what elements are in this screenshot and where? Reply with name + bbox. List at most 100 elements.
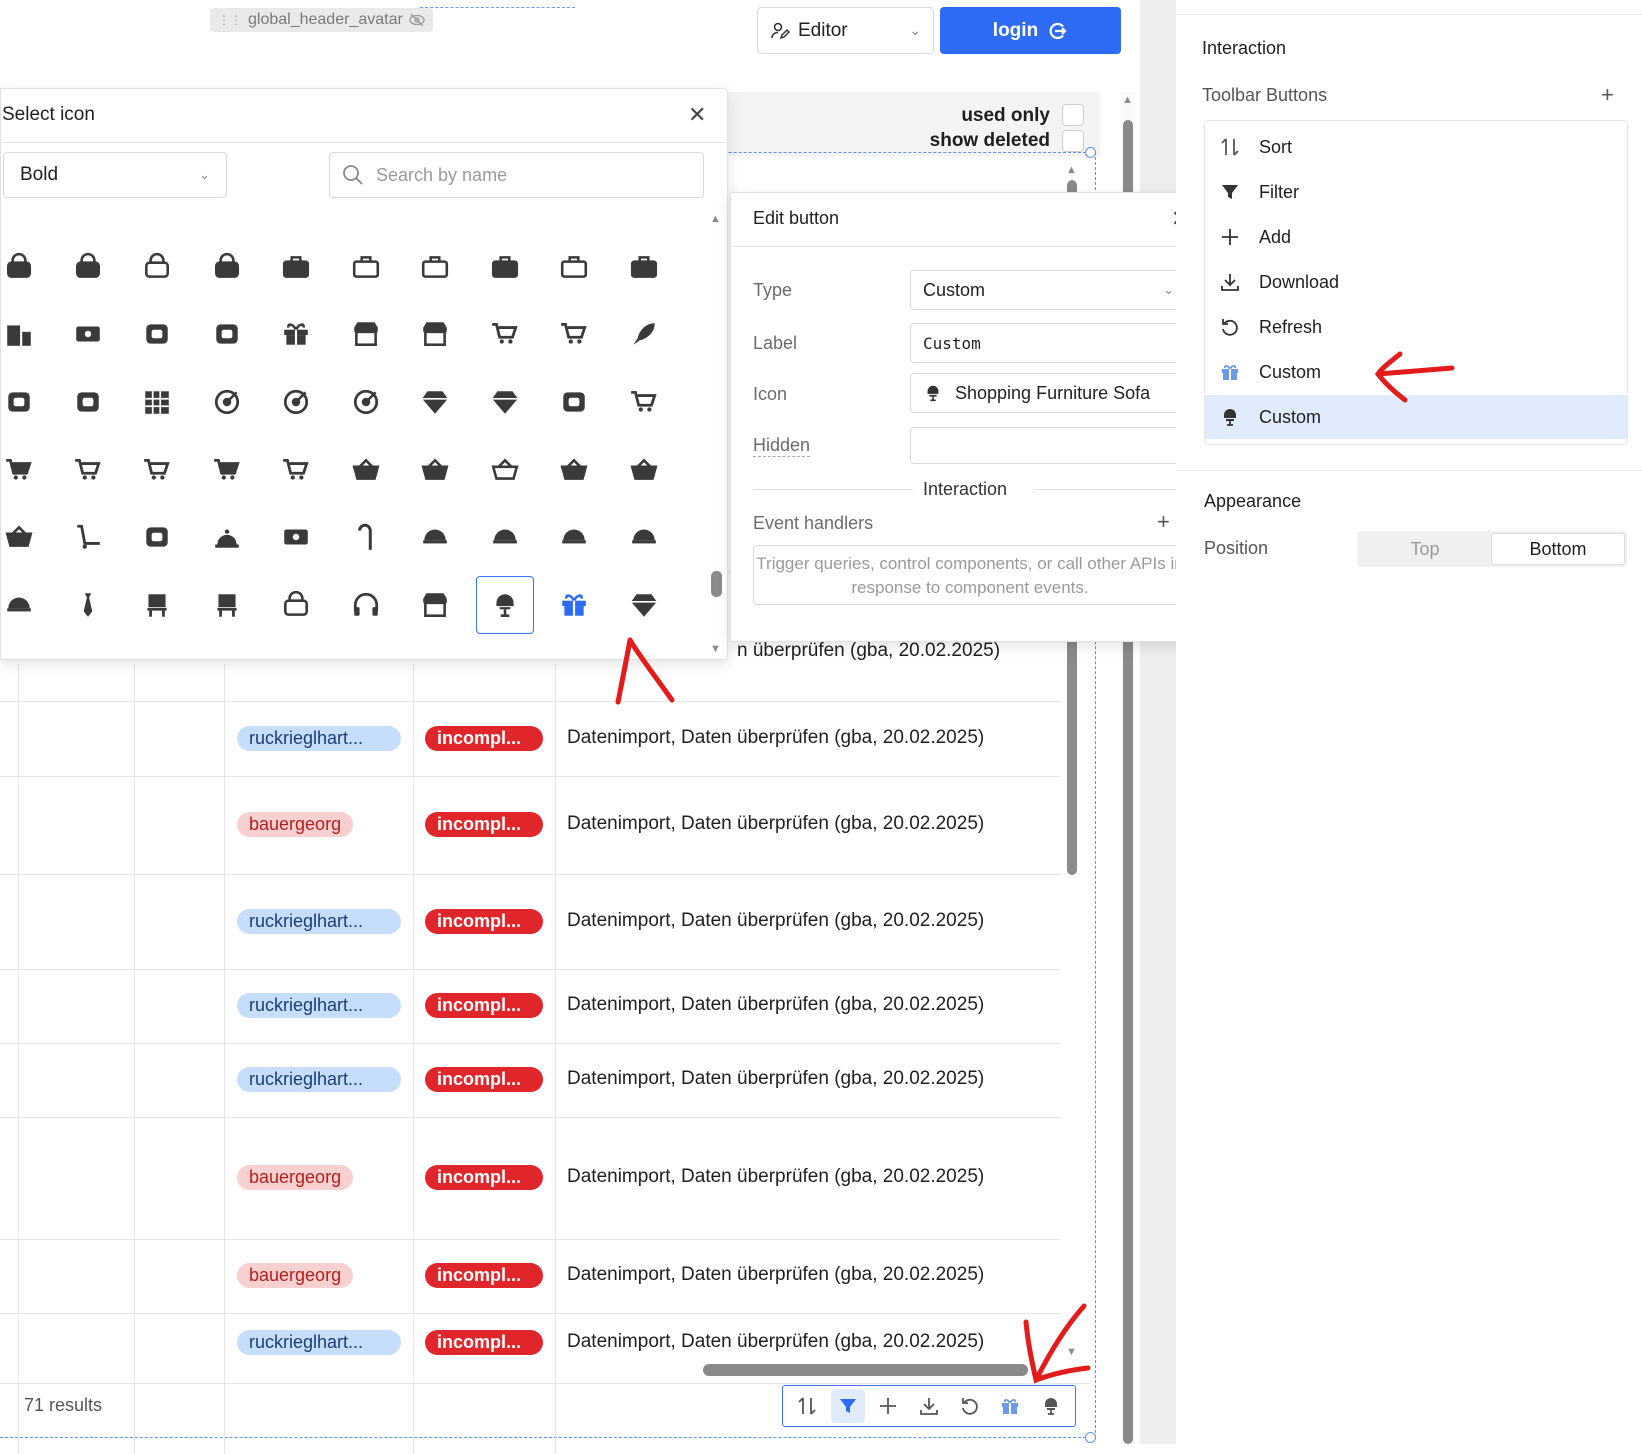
cart-empty-icon[interactable] bbox=[128, 441, 186, 499]
sofa-icon[interactable] bbox=[476, 576, 534, 634]
cart-items-icon[interactable] bbox=[198, 441, 256, 499]
shopping-cart-icon[interactable] bbox=[615, 373, 673, 431]
id-card-icon[interactable] bbox=[59, 305, 117, 363]
store-filled-icon[interactable] bbox=[406, 305, 464, 363]
grid-partial-icon[interactable] bbox=[59, 207, 117, 227]
plant-heart-icon[interactable] bbox=[198, 305, 256, 363]
grid-partial-icon[interactable] bbox=[267, 207, 325, 227]
target-x-icon[interactable] bbox=[267, 373, 325, 431]
hidden-input[interactable] bbox=[910, 427, 1187, 464]
table-row[interactable] bbox=[0, 1117, 1060, 1118]
basket-grid-icon[interactable] bbox=[337, 441, 395, 499]
cap-icon[interactable] bbox=[406, 508, 464, 566]
toolbar-button-item[interactable]: Custom bbox=[1205, 395, 1627, 439]
scroll-up-arrow[interactable]: ▲ bbox=[1066, 164, 1077, 176]
cart-moving-icon[interactable] bbox=[545, 305, 603, 363]
calendar-grid-icon[interactable] bbox=[128, 373, 186, 431]
label-input[interactable]: Custom bbox=[910, 323, 1187, 363]
cap-side-icon[interactable] bbox=[0, 576, 48, 634]
table-row[interactable] bbox=[0, 874, 1060, 875]
cane-icon[interactable] bbox=[337, 508, 395, 566]
toolbar-button-item[interactable]: Download bbox=[1205, 260, 1627, 304]
sort-icon[interactable] bbox=[790, 1389, 824, 1423]
table-row[interactable] bbox=[0, 701, 1060, 702]
director-chair-icon[interactable] bbox=[198, 576, 256, 634]
toolbox-icon[interactable] bbox=[545, 238, 603, 296]
grid-partial-icon[interactable] bbox=[198, 207, 256, 227]
add-icon[interactable] bbox=[871, 1389, 905, 1423]
target-icon[interactable] bbox=[337, 373, 395, 431]
bag-icon[interactable] bbox=[128, 238, 186, 296]
cart-outline-icon[interactable] bbox=[59, 441, 117, 499]
toolbar-button-item[interactable]: Add bbox=[1205, 215, 1627, 259]
appearance-section-header[interactable]: Appearance bbox=[1204, 491, 1301, 512]
helmet-icon[interactable] bbox=[476, 508, 534, 566]
position-bottom-option[interactable]: Bottom bbox=[1491, 533, 1625, 565]
cart-arrow-icon[interactable] bbox=[476, 305, 534, 363]
icon-weight-select[interactable]: Bold ⌄ bbox=[3, 152, 227, 198]
diamond-settings-icon[interactable] bbox=[476, 373, 534, 431]
scroll-up-arrow[interactable]: ▲ bbox=[710, 213, 721, 225]
icon-grid-scrollbar-thumb[interactable] bbox=[711, 571, 722, 597]
toolbar-button-item[interactable]: Custom bbox=[1205, 350, 1627, 394]
table-row[interactable] bbox=[0, 776, 1060, 777]
basket-bold-icon[interactable] bbox=[0, 508, 48, 566]
event-handlers-empty[interactable]: Trigger queries, control components, or … bbox=[753, 545, 1187, 605]
grid-partial-icon[interactable] bbox=[615, 207, 673, 227]
filter-icon[interactable] bbox=[830, 1389, 865, 1423]
component-chip[interactable]: ⋮⋮ global_header_avatar bbox=[210, 8, 433, 32]
editor-select[interactable]: Editor ⌄ bbox=[757, 7, 934, 54]
toolbar-button-item[interactable]: Sort bbox=[1205, 125, 1627, 169]
suitcase-outline-icon[interactable] bbox=[406, 238, 464, 296]
type-select[interactable]: Custom ⌄ bbox=[910, 270, 1187, 310]
add-event-handler-icon[interactable]: + bbox=[1157, 509, 1170, 535]
scroll-up-arrow[interactable]: ▲ bbox=[1122, 94, 1133, 106]
grid-partial-icon[interactable] bbox=[337, 207, 395, 227]
download-icon[interactable] bbox=[912, 1389, 946, 1423]
service-bell-icon[interactable] bbox=[198, 508, 256, 566]
basket-outline-icon[interactable] bbox=[476, 441, 534, 499]
bag-filled-icon[interactable] bbox=[198, 238, 256, 296]
handshake-icon[interactable] bbox=[128, 305, 186, 363]
locker-icon[interactable] bbox=[267, 576, 325, 634]
table-horizontal-scrollbar-thumb[interactable] bbox=[703, 1364, 1028, 1376]
podium-icon[interactable] bbox=[128, 576, 186, 634]
lock-bag-filled-icon[interactable] bbox=[59, 238, 117, 296]
rocket-icon[interactable] bbox=[615, 305, 673, 363]
tie-icon[interactable] bbox=[59, 576, 117, 634]
briefcase-icon[interactable] bbox=[337, 238, 395, 296]
diamond-gear-icon[interactable] bbox=[406, 373, 464, 431]
refresh-icon[interactable] bbox=[953, 1389, 987, 1423]
interaction-section-header[interactable]: Interaction bbox=[1202, 38, 1286, 59]
buildings-icon[interactable] bbox=[0, 305, 48, 363]
table-row[interactable] bbox=[0, 1043, 1060, 1044]
diamond-icon[interactable] bbox=[615, 576, 673, 634]
scroll-down-arrow[interactable]: ▼ bbox=[710, 643, 721, 655]
headphones-icon[interactable] bbox=[337, 576, 395, 634]
basket-filled-icon[interactable] bbox=[406, 441, 464, 499]
scale-dollar-icon[interactable] bbox=[0, 373, 48, 431]
suitcase-filled-icon[interactable] bbox=[476, 238, 534, 296]
cart-filled-icon[interactable] bbox=[0, 441, 48, 499]
table-row[interactable] bbox=[0, 969, 1060, 970]
close-icon[interactable]: ✕ bbox=[688, 102, 706, 128]
toolbox-filled-icon[interactable] bbox=[615, 238, 673, 296]
sofa-icon[interactable] bbox=[1034, 1389, 1068, 1423]
icon-picker-field[interactable]: Shopping Furniture Sofa bbox=[910, 373, 1187, 413]
briefcase-filled-icon[interactable] bbox=[267, 238, 325, 296]
grid-partial-icon[interactable] bbox=[406, 207, 464, 227]
position-top-option[interactable]: Top bbox=[1359, 533, 1491, 565]
growth-icon[interactable] bbox=[59, 373, 117, 431]
login-button[interactable]: login bbox=[940, 7, 1121, 54]
money-bow-icon[interactable] bbox=[267, 508, 325, 566]
target-check-icon[interactable] bbox=[198, 373, 256, 431]
table-row[interactable] bbox=[0, 1239, 1060, 1240]
icon-search-input[interactable]: Search by name bbox=[329, 152, 704, 198]
grid-partial-icon[interactable] bbox=[545, 207, 603, 227]
grid-partial-icon[interactable] bbox=[476, 207, 534, 227]
cook-icon[interactable] bbox=[545, 508, 603, 566]
helmet-side-icon[interactable] bbox=[615, 508, 673, 566]
scroll-down-arrow[interactable]: ▼ bbox=[1066, 1346, 1077, 1358]
gift-icon[interactable] bbox=[545, 576, 603, 634]
gift-heart-icon[interactable] bbox=[267, 305, 325, 363]
